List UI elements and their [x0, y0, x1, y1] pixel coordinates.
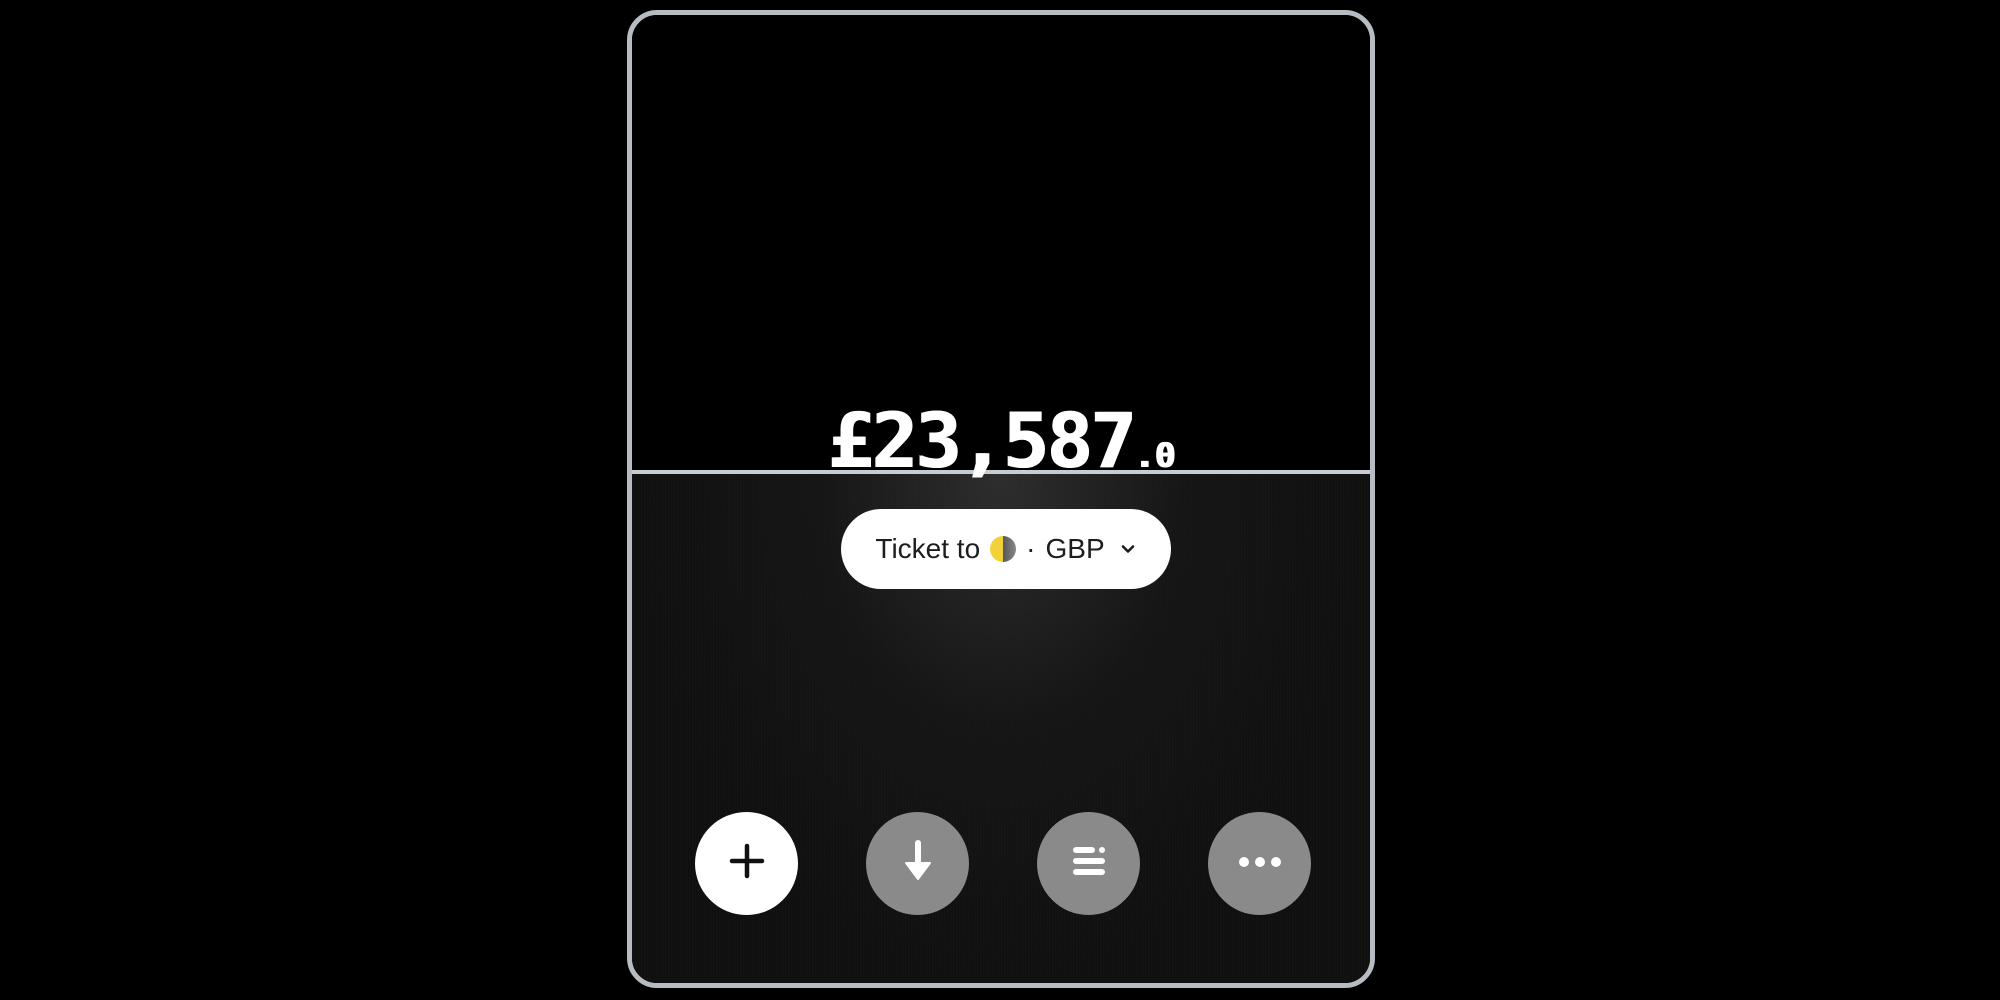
receive-button[interactable] [866, 812, 969, 915]
arrow-down-icon [900, 839, 936, 888]
details-button[interactable] [1037, 812, 1140, 915]
plus-icon [727, 841, 767, 886]
account-currency-selector[interactable]: Ticket to · GBP [841, 509, 1171, 589]
more-button[interactable] [1208, 812, 1311, 915]
selector-separator: · [1026, 533, 1036, 564]
selector-label: Ticket to [875, 533, 981, 564]
chevron-down-icon [1119, 540, 1137, 558]
account-card: £23,587.0 Ticket to · GBP [627, 10, 1375, 988]
balance-amount: £23,587.0 [632, 403, 1370, 479]
add-button[interactable] [695, 812, 798, 915]
more-dots-icon [1238, 855, 1282, 873]
balance-decimal: .0 [1133, 436, 1175, 476]
moon-phase-icon [990, 536, 1017, 562]
selector-currency: GBP [1045, 533, 1105, 564]
balance-integer: £23,587 [827, 396, 1135, 485]
list-details-icon [1069, 843, 1109, 884]
action-bar [632, 812, 1370, 916]
